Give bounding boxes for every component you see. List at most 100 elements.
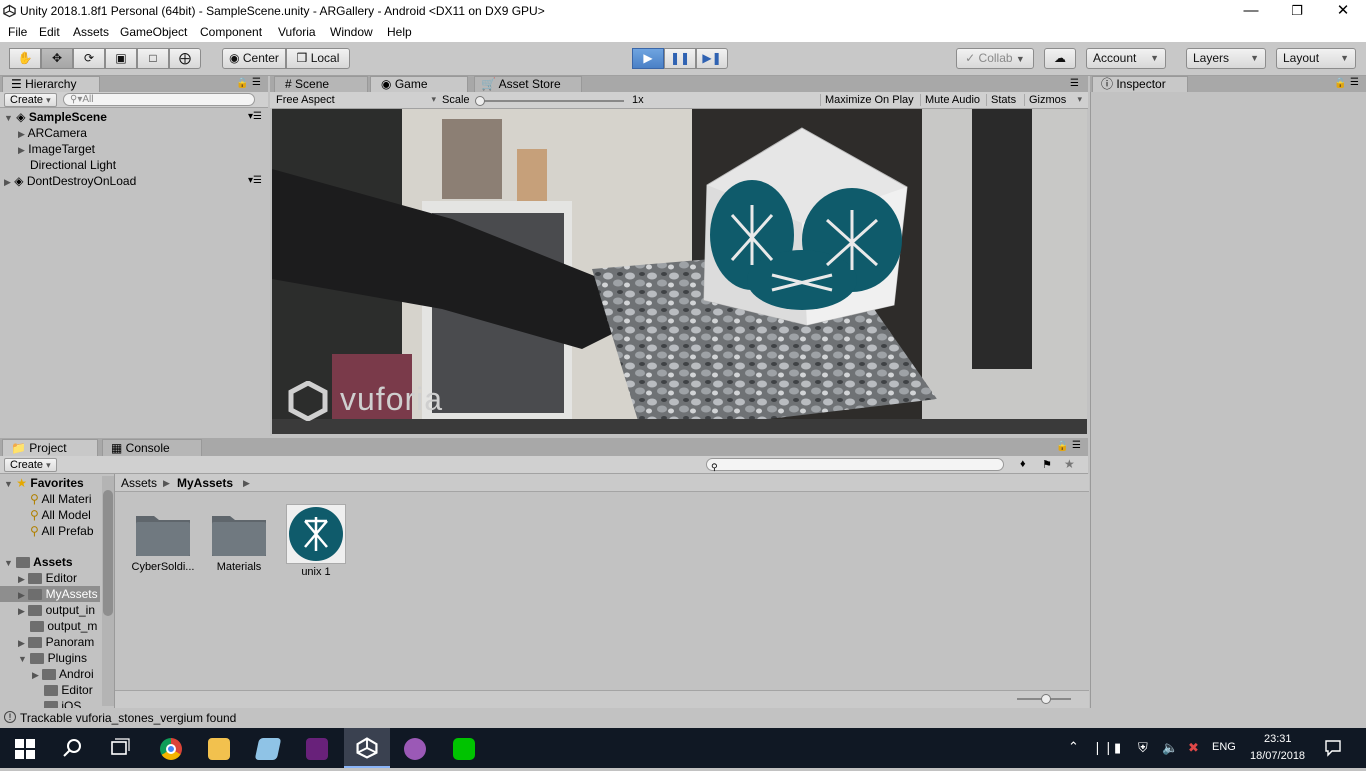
scene-row[interactable]: ▼ ◈ SampleScene ▾☰ [4,109,266,125]
tab-hierarchy[interactable]: ☰ Hierarchy [2,76,100,92]
game-view[interactable]: vuforia [272,109,1087,434]
dontdestroy-row[interactable]: ▶ ◈ DontDestroyOnLoad ▾☰ [4,173,266,189]
move-tool-button[interactable]: ✥ [41,48,73,69]
tab-game[interactable]: ◉ Game [370,76,468,92]
tree-folder[interactable]: ▶ Panoram [18,634,94,650]
panel-menu-icon[interactable]: ☰ [1072,440,1081,451]
asset-folder[interactable]: CyberSoldi... [132,510,194,576]
filter-type-icon[interactable]: ♦ [1020,458,1026,470]
tab-project[interactable]: 📁 Project [2,439,98,456]
step-button[interactable]: ▶❚ [696,48,728,69]
account-dropdown[interactable]: Account ▼ [1086,48,1166,69]
menu-gameobject[interactable]: GameObject [120,25,187,39]
alert-app-icon[interactable]: ✖ [1188,740,1199,756]
expand-icon[interactable]: ▶ [32,670,39,680]
menu-help[interactable]: Help [387,25,412,39]
tree-folder[interactable]: iOS [44,698,81,708]
expand-icon[interactable]: ▶ [4,177,11,187]
breadcrumb-assets[interactable]: Assets [121,476,157,490]
favorite-star-icon[interactable]: ★ [1064,457,1075,471]
pause-button[interactable]: ❚❚ [664,48,696,69]
expand-icon[interactable]: ▼ [4,113,13,123]
breadcrumb-myassets[interactable]: MyAssets [177,476,233,490]
favorites-header[interactable]: ▼ ★ Favorites [4,475,84,491]
minimize-button[interactable]: — [1228,0,1274,24]
tree-scrollbar[interactable] [102,476,114,706]
filter-label-icon[interactable]: ⚑ [1042,458,1052,471]
tree-folder[interactable]: output_m [30,618,97,634]
scene-menu-icon[interactable]: ▾☰ [248,109,262,125]
tab-scene[interactable]: # Scene [274,76,368,92]
stats-toggle[interactable]: Stats [986,94,1016,106]
tree-folder-selected[interactable]: ▶ MyAssets [0,586,100,602]
maximize-on-play-toggle[interactable]: Maximize On Play [820,94,914,106]
file-explorer-icon[interactable] [208,738,230,760]
hierarchy-item[interactable]: ▶ ImageTarget [18,141,95,157]
lock-icon[interactable]: 🔒 [236,78,248,89]
scale-slider-thumb[interactable] [475,96,485,106]
chrome-icon[interactable] [160,738,182,760]
expand-icon[interactable]: ▶ [18,590,25,600]
hierarchy-item[interactable]: Directional Light [30,157,116,173]
favorite-item[interactable]: ⚲ All Materi [30,491,91,507]
collab-dropdown[interactable]: ✓ Collab ▼ [956,48,1034,69]
tree-folder[interactable]: ▶ output_in [18,602,95,618]
shield-icon[interactable]: ⛨ [1138,740,1148,756]
clock-date[interactable]: 18/07/2018 [1250,750,1305,762]
menu-window[interactable]: Window [330,25,373,39]
layout-dropdown[interactable]: Layout ▼ [1276,48,1356,69]
hierarchy-create-button[interactable]: Create ▾ [4,93,57,107]
panel-menu-icon[interactable]: ☰ [1350,77,1359,88]
line-app-icon[interactable] [453,738,475,760]
status-message[interactable]: Trackable vuforia_stones_vergium found [20,711,236,725]
hierarchy-search-input[interactable]: ⚲▾All [63,93,255,106]
pivot-local-button[interactable]: ❒ Local [286,48,350,69]
tree-folder[interactable]: Editor [44,682,93,698]
network-icon[interactable]: ❘❘ [1092,740,1114,756]
github-desktop-icon[interactable] [404,738,426,760]
cloud-button[interactable]: ☁ [1044,48,1076,69]
menu-vuforia[interactable]: Vuforia [278,25,316,39]
project-search-input[interactable]: ⚲ [706,458,1004,472]
restore-button[interactable]: ❐ [1274,0,1320,24]
tree-folder[interactable]: ▶ Editor [18,570,77,586]
tab-console[interactable]: ▦ Console [102,439,202,456]
battery-icon[interactable]: ▮ [1114,740,1121,756]
expand-icon[interactable]: ▼ [18,654,27,664]
layers-dropdown[interactable]: Layers ▼ [1186,48,1266,69]
hierarchy-item[interactable]: ▶ ARCamera [18,125,87,141]
expand-icon[interactable]: ▼ [4,558,13,568]
mute-audio-toggle[interactable]: Mute Audio [920,94,980,106]
asset-texture[interactable]: unix 1 [285,504,347,578]
tree-scrollbar-thumb[interactable] [103,490,113,616]
scale-tool-button[interactable]: ▣ [105,48,137,69]
favorite-item[interactable]: ⚲ All Model [30,507,91,523]
scene-menu-icon[interactable]: ▾☰ [248,173,262,189]
menu-component[interactable]: Component [200,25,262,39]
play-button[interactable]: ▶ [632,48,664,69]
windows-start-icon[interactable] [15,739,35,759]
tree-folder[interactable]: ▼ Plugins [18,650,87,666]
search-icon[interactable] [62,738,82,758]
asset-folder[interactable]: Materials [209,510,269,576]
lock-icon[interactable]: 🔒 [1056,441,1068,452]
lock-icon[interactable]: 🔒 [1334,78,1346,89]
notification-center-icon[interactable] [1324,739,1342,757]
expand-icon[interactable]: ▼ [4,479,13,489]
gizmos-dropdown[interactable]: Gizmos ▾ [1024,94,1084,106]
assets-header[interactable]: ▼ Assets [4,554,73,570]
volume-icon[interactable]: 🔈 [1162,740,1178,756]
close-button[interactable]: ✕ [1320,0,1366,24]
expand-icon[interactable]: ▶ [18,574,25,584]
tab-asset-store[interactable]: 🛒 Asset Store [474,76,582,92]
show-hidden-icons-chevron-icon[interactable]: ⌃ [1068,739,1079,755]
rect-tool-button[interactable]: □ [137,48,169,69]
panel-menu-icon[interactable]: ☰ [1070,78,1079,89]
rotate-tool-button[interactable]: ⟳ [73,48,105,69]
language-indicator[interactable]: ENG [1212,741,1236,753]
clock-time[interactable]: 23:31 [1264,733,1292,745]
pivot-center-button[interactable]: ◉ Center [222,48,286,69]
project-create-button[interactable]: Create ▾ [4,458,57,472]
hand-tool-button[interactable]: ✋ [9,48,41,69]
menu-file[interactable]: File [8,25,27,39]
